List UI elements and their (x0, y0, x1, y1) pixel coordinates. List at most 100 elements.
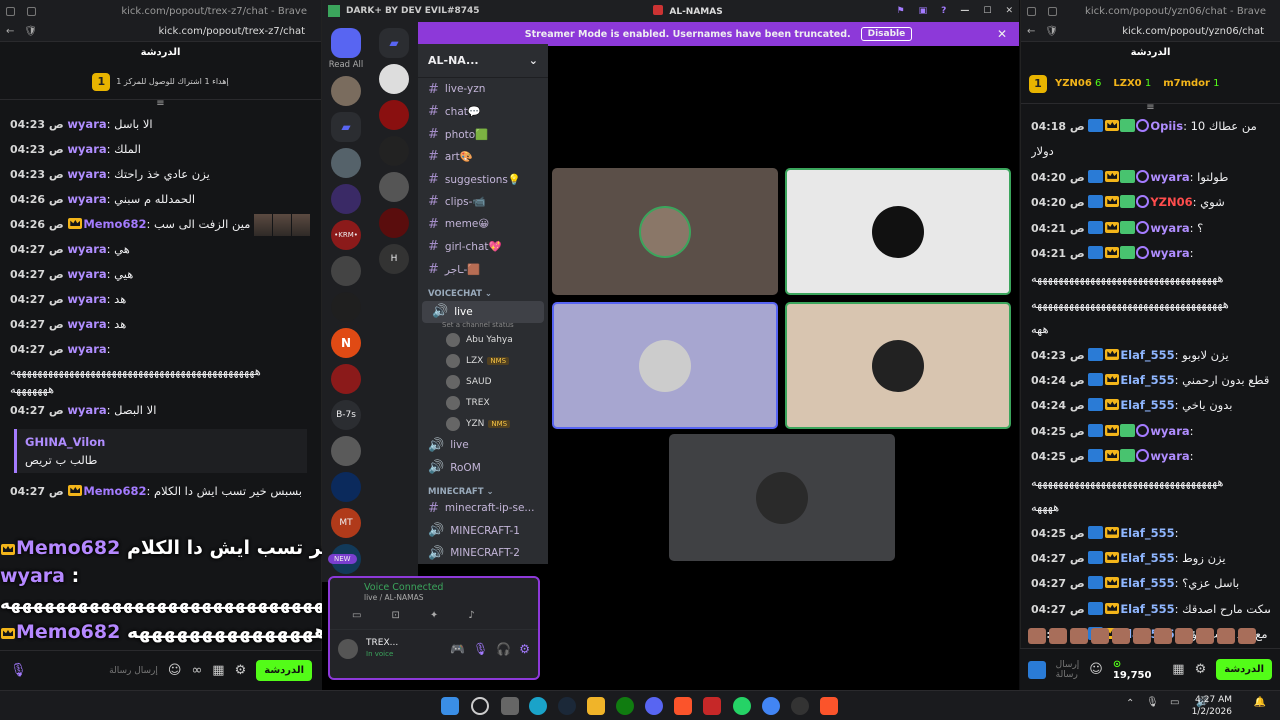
minimize-icon[interactable] (6, 6, 15, 16)
participant-tile[interactable] (785, 302, 1011, 429)
voice-user[interactable]: SAUD (418, 371, 548, 392)
screen-icon[interactable]: ▣ (919, 6, 928, 16)
chat-message[interactable]: 04:26 ص wyara: الحمدلله م سبني (10, 187, 311, 212)
disable-button[interactable]: Disable (860, 27, 913, 41)
text-channel[interactable]: # chat💬 (418, 101, 548, 124)
menu-lines-icon[interactable]: ≡ (0, 99, 321, 109)
chat-message[interactable]: 04:27 ص Elaf_555: باسل عزي؟ (1031, 571, 1270, 596)
emote-icon[interactable] (1196, 628, 1214, 644)
chat-message[interactable]: 04:23 ص wyara: يزن عادي خذ راحتك (10, 162, 311, 187)
notification-icon[interactable]: 🔔 (1254, 697, 1266, 708)
network-icon[interactable]: ▭ (1170, 697, 1179, 708)
server-icon[interactable] (331, 148, 361, 178)
task-view-icon[interactable] (501, 697, 519, 715)
server-icon[interactable]: H (379, 244, 409, 274)
settings-icon[interactable]: ⚙ (1195, 662, 1207, 677)
chat-message[interactable]: 04:27 ص wyara: هد (10, 287, 311, 312)
chat-message[interactable]: 04:27 ص Elaf_555: يزن زوط (1031, 546, 1270, 571)
message-input[interactable]: إرسال رسالة (1056, 660, 1080, 680)
emote-icon[interactable] (1154, 628, 1172, 644)
camera-icon[interactable]: ▭ (352, 610, 361, 621)
voice-user[interactable]: Abu Yahya (418, 329, 548, 350)
maximize-icon[interactable] (27, 6, 36, 16)
emote-icon[interactable] (1091, 628, 1109, 644)
chat-message[interactable]: 04:23 ص Elaf_555: يزن لابوبو (1031, 343, 1270, 368)
chat-message[interactable]: 04:18 ص Opiis: من عطاك 10 (1031, 114, 1270, 139)
chat-send-button[interactable]: الدردشة (256, 660, 312, 681)
top-gifter[interactable]: YZN06 6 (1055, 78, 1101, 89)
badge-icon[interactable] (1028, 660, 1046, 679)
chat-message[interactable]: 04:27 ص Memo682: بسبس خير تسب ايش دا الك… (10, 479, 311, 504)
settings-icon[interactable]: ⚙ (235, 663, 247, 678)
folder-icon[interactable]: ▰ (331, 112, 361, 142)
chat-message[interactable]: 04:25 ص Elaf_555: (1031, 521, 1270, 546)
chat-message[interactable]: 04:24 ص Elaf_555: بدون ياخي (1031, 393, 1270, 418)
text-channel[interactable]: # meme😀 (418, 213, 548, 236)
server-icon[interactable] (331, 184, 361, 214)
chat-message[interactable]: دولار (1031, 139, 1270, 164)
text-channel[interactable]: # ـاجر-🟫 (418, 258, 548, 281)
headphones-icon[interactable]: 🎧 (496, 642, 511, 656)
minecraft-channel[interactable]: 🔊 MINECRAFT-2 (418, 542, 548, 565)
maximize-icon[interactable] (1048, 6, 1057, 16)
voice-user[interactable]: LZX NMS (418, 350, 548, 371)
emote-icon[interactable] (1049, 628, 1067, 644)
participant-tile[interactable] (669, 434, 895, 561)
top-gifter[interactable]: m7mdor 1 (1163, 78, 1219, 89)
whatsapp-icon[interactable] (733, 697, 751, 715)
help-icon[interactable]: ? (941, 6, 946, 16)
text-channel[interactable]: # clips-📹 (418, 191, 548, 214)
inbox-icon[interactable]: ⚑ (897, 6, 905, 16)
server-icon[interactable] (379, 64, 409, 94)
maximize-icon[interactable]: ☐ (983, 6, 991, 16)
chrome-icon[interactable] (762, 697, 780, 715)
close-icon[interactable]: ✕ (1005, 6, 1013, 16)
tray-mic-icon[interactable]: 🎙 (1146, 697, 1159, 708)
close-banner-icon[interactable]: ✕ (997, 27, 1007, 41)
minecraft-channel[interactable]: # minecraft-ip-se... (418, 497, 548, 520)
participant-tile[interactable] (785, 168, 1011, 295)
emote-icon[interactable] (1070, 628, 1088, 644)
voice-channel[interactable]: 🔊 live (418, 434, 548, 457)
text-channel[interactable]: # art🎨 (418, 146, 548, 169)
avatar[interactable] (338, 639, 358, 659)
server-icon[interactable] (379, 100, 409, 130)
url-text[interactable]: kick.com/popout/yzn06/chat (1068, 26, 1274, 37)
participant-tile[interactable] (552, 302, 778, 429)
points-counter[interactable]: ⊙ 19,750 (1113, 659, 1162, 681)
soundboard-icon[interactable]: ♪ (468, 610, 474, 621)
server-icon[interactable] (331, 364, 361, 394)
chat-message[interactable]: 04:20 ص wyara: طولتوا (1031, 165, 1270, 190)
address-bar[interactable]: ← 🛡 kick.com/popout/trex-z7/chat (0, 22, 321, 42)
server-header[interactable]: AL-NA... ⌄ (418, 44, 548, 78)
server-icon[interactable] (331, 472, 361, 502)
discord-icon[interactable] (645, 697, 663, 715)
chat-message[interactable]: 04:21 ص wyara: (1031, 241, 1270, 266)
screen-share-icon[interactable]: ⊡ (391, 610, 399, 621)
chat-message[interactable]: 04:27 ص Elaf_555: يزن اسكت مارح اصدقك (1031, 597, 1270, 622)
chat-message[interactable]: 04:24 ص Elaf_555: لا اقطع بدون ارحمني (1031, 368, 1270, 393)
infinity-icon[interactable]: ∞ (191, 663, 202, 678)
search-icon[interactable] (471, 697, 489, 715)
discord-home-icon[interactable] (331, 28, 361, 58)
chat-message[interactable]: ههه (1031, 317, 1270, 342)
minecraft-channel[interactable]: 🔊 MINECRAFT-1 (418, 520, 548, 543)
chat-message[interactable]: 04:26 ص Memo682: مين الزفت الى سب (10, 212, 311, 237)
server-icon[interactable] (331, 292, 361, 322)
brave-shield-icon[interactable]: 🛡 (1045, 26, 1058, 37)
voice-user[interactable]: YZN NMS (418, 413, 548, 434)
back-icon[interactable]: ← (1027, 26, 1035, 37)
text-channel[interactable]: # suggestions💡 (418, 168, 548, 191)
chat-message[interactable]: هههههههههههههههههههههههههههههههههههه (1031, 470, 1270, 495)
chat-send-button[interactable]: الدردشة (1216, 659, 1272, 680)
read-all-label[interactable]: Read All (322, 60, 370, 70)
emote-icon[interactable] (1217, 628, 1235, 644)
server-icon-b7s[interactable]: B-7s (331, 400, 361, 430)
server-icon-mt[interactable]: MT (331, 508, 361, 538)
text-channel[interactable]: # photo🟩 (418, 123, 548, 146)
chat-message[interactable]: 04:27 ص wyara: هي (10, 237, 311, 262)
reply-card[interactable]: GHINA_Vilon طالب ب تريص (14, 429, 307, 473)
controller-icon[interactable]: 🎮 (450, 642, 465, 656)
chat-message[interactable]: 04:25 ص wyara: (1031, 444, 1270, 469)
address-bar[interactable]: ← 🛡 kick.com/popout/yzn06/chat (1021, 22, 1280, 42)
